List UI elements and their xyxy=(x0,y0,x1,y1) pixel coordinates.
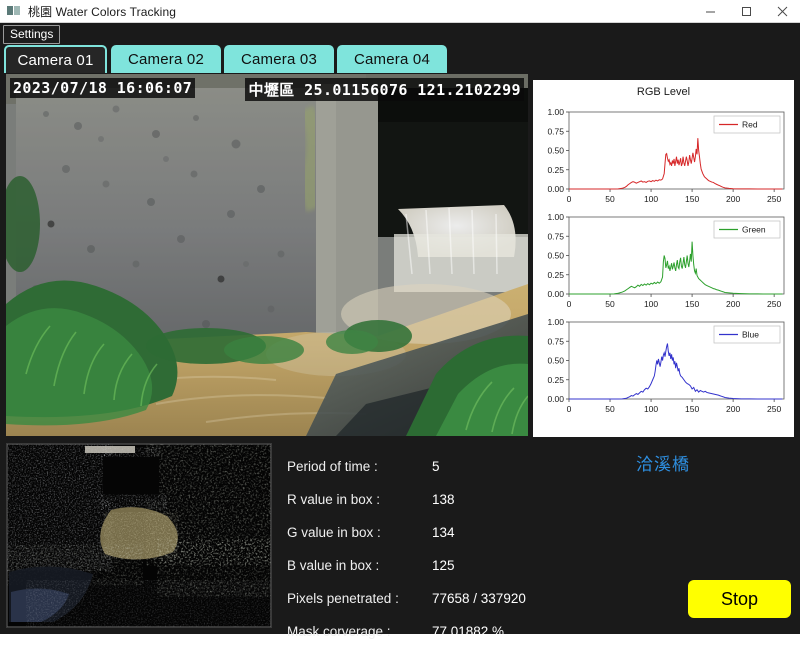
svg-text:Red: Red xyxy=(742,120,758,130)
tab-label: Camera 04 xyxy=(354,51,430,68)
info-label: Pixels penetrated : xyxy=(287,591,432,606)
app-icon xyxy=(6,3,22,19)
green-histogram-chart: 0.00 0.25 0.50 0.75 1.00 0 50 100 150 200 250 Green xyxy=(533,211,794,316)
tab-camera-4[interactable]: Camera 04 xyxy=(337,45,447,73)
svg-text:250: 250 xyxy=(767,194,781,204)
minimize-icon[interactable] xyxy=(692,0,728,23)
info-value: 77658 / 337920 xyxy=(432,591,526,606)
chart-title: RGB Level xyxy=(533,86,794,98)
info-row: B value in box :125 xyxy=(287,549,577,582)
svg-text:150: 150 xyxy=(685,194,699,204)
svg-text:1.00: 1.00 xyxy=(547,107,564,117)
svg-text:0: 0 xyxy=(567,299,572,309)
svg-text:0.00: 0.00 xyxy=(547,394,564,404)
info-row: R value in box :138 xyxy=(287,483,577,516)
svg-text:Green: Green xyxy=(742,225,766,235)
mask-preview-image xyxy=(7,444,271,627)
info-value: 134 xyxy=(432,525,455,540)
maximize-icon[interactable] xyxy=(728,0,764,23)
info-value: 125 xyxy=(432,558,455,573)
video-timestamp-overlay: 2023/07/18 16:06:07 xyxy=(10,78,195,98)
tab-camera-2[interactable]: Camera 02 xyxy=(111,45,221,73)
info-label: G value in box : xyxy=(287,525,432,540)
svg-text:1.00: 1.00 xyxy=(547,212,564,222)
info-value: 5 xyxy=(432,459,440,474)
mask-preview-panel[interactable] xyxy=(6,443,272,628)
svg-text:0.50: 0.50 xyxy=(547,251,564,261)
info-label: Mask corverage : xyxy=(287,624,432,639)
rgb-level-chart-panel: RGB Level 0.000.250.500.751.000501001502… xyxy=(533,80,794,437)
app-window: 桃園 Water Colors Tracking Settings Camera… xyxy=(0,0,800,634)
svg-text:0: 0 xyxy=(567,194,572,204)
info-label: B value in box : xyxy=(287,558,432,573)
info-label: Period of time : xyxy=(287,459,432,474)
close-icon[interactable] xyxy=(764,0,800,23)
tab-camera-1[interactable]: Camera 01 xyxy=(4,45,107,73)
svg-text:0.00: 0.00 xyxy=(547,289,564,299)
svg-text:0.50: 0.50 xyxy=(547,356,564,366)
svg-text:200: 200 xyxy=(726,194,740,204)
window-title: 桃園 Water Colors Tracking xyxy=(28,3,176,20)
svg-text:150: 150 xyxy=(685,404,699,414)
menu-bar: Settings xyxy=(0,23,800,43)
svg-text:100: 100 xyxy=(644,404,658,414)
settings-menu-button[interactable]: Settings xyxy=(3,25,60,44)
stop-button[interactable]: Stop xyxy=(688,580,791,618)
svg-text:150: 150 xyxy=(685,299,699,309)
camera-tab-bar: Camera 01 Camera 02 Camera 03 Camera 04 xyxy=(0,43,800,73)
tab-label: Camera 01 xyxy=(17,52,93,69)
tab-label: Camera 03 xyxy=(241,51,317,68)
svg-text:0.25: 0.25 xyxy=(547,375,564,385)
info-row: G value in box :134 xyxy=(287,516,577,549)
svg-text:50: 50 xyxy=(605,299,615,309)
site-name-label: 洽溪橋 xyxy=(636,450,690,475)
svg-text:0.75: 0.75 xyxy=(547,126,564,136)
svg-text:0: 0 xyxy=(567,404,572,414)
svg-text:200: 200 xyxy=(726,299,740,309)
info-value: 77.01882 % xyxy=(432,624,504,639)
svg-text:0.25: 0.25 xyxy=(547,270,564,280)
blue-histogram-chart: 0.00 0.25 0.50 0.75 1.00 0 50 100 150 200 250 Blue xyxy=(533,316,794,421)
svg-text:0.00: 0.00 xyxy=(547,184,564,194)
svg-text:Blue: Blue xyxy=(742,330,759,340)
svg-text:200: 200 xyxy=(726,404,740,414)
info-row: Period of time :5 xyxy=(287,450,577,483)
svg-text:0.25: 0.25 xyxy=(547,165,564,175)
svg-text:0.75: 0.75 xyxy=(547,336,564,346)
svg-text:250: 250 xyxy=(767,404,781,414)
svg-text:1.00: 1.00 xyxy=(547,317,564,327)
svg-text:50: 50 xyxy=(605,404,615,414)
red-histogram-chart: 0.00 0.25 0.50 0.75 1.00 0 50 100 150 200 250 Red xyxy=(533,106,794,211)
svg-text:100: 100 xyxy=(644,194,658,204)
title-bar: 桃園 Water Colors Tracking xyxy=(0,0,800,23)
tab-label: Camera 02 xyxy=(128,51,204,68)
video-location-overlay: 中壢區 25.01156076 121.2102299 xyxy=(245,78,524,101)
info-row: Mask corverage :77.01882 % xyxy=(287,615,577,648)
camera-video-panel[interactable]: 2023/07/18 16:06:07 中壢區 25.01156076 121.… xyxy=(6,74,528,436)
tab-camera-3[interactable]: Camera 03 xyxy=(224,45,334,73)
info-row: Pixels penetrated :77658 / 337920 xyxy=(287,582,577,615)
svg-text:100: 100 xyxy=(644,299,658,309)
info-label: R value in box : xyxy=(287,492,432,507)
svg-text:0.75: 0.75 xyxy=(547,231,564,241)
svg-text:50: 50 xyxy=(605,194,615,204)
measurement-info-table: Period of time :5R value in box :138G va… xyxy=(287,450,577,648)
svg-text:250: 250 xyxy=(767,299,781,309)
svg-text:0.50: 0.50 xyxy=(547,146,564,156)
camera-video-frame xyxy=(6,74,528,436)
info-value: 138 xyxy=(432,492,455,507)
window-controls xyxy=(692,0,800,23)
